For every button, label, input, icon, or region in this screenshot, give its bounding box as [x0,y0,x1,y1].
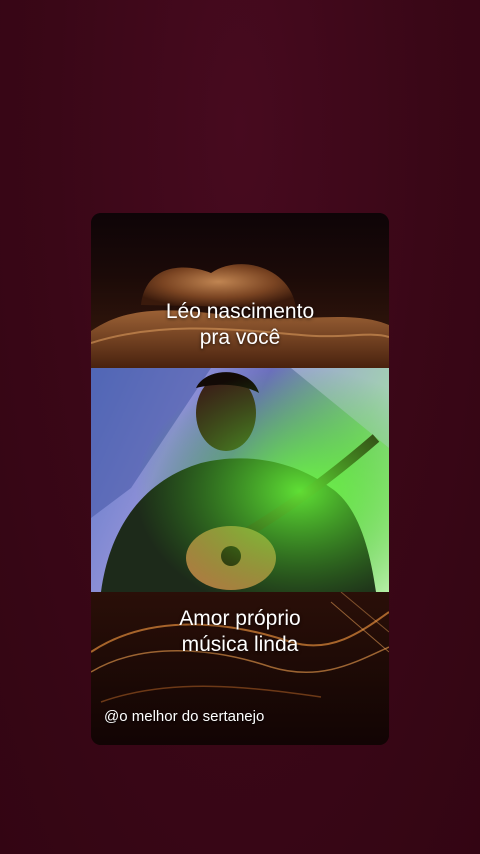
caption-bottom-line-2: música linda [181,633,299,656]
caption-top: Léo nascimento pra você [91,299,389,351]
caption-top-line-2: pra você [199,326,281,349]
caption-bottom: Amor próprio música linda [91,606,389,658]
guitarist-illustration [91,368,389,592]
guitarist-photo [91,368,389,592]
top-banner: Léo nascimento pra você [91,213,389,368]
bottom-banner: Amor próprio música linda @o melhor do s… [91,592,389,745]
caption-top-line-1: Léo nascimento [165,300,315,323]
watermark-handle: @o melhor do sertanejo [104,708,265,725]
video-card[interactable]: Léo nascimento pra você Amor próprio mús… [91,213,389,745]
caption-bottom-line-1: Amor próprio [179,607,301,630]
